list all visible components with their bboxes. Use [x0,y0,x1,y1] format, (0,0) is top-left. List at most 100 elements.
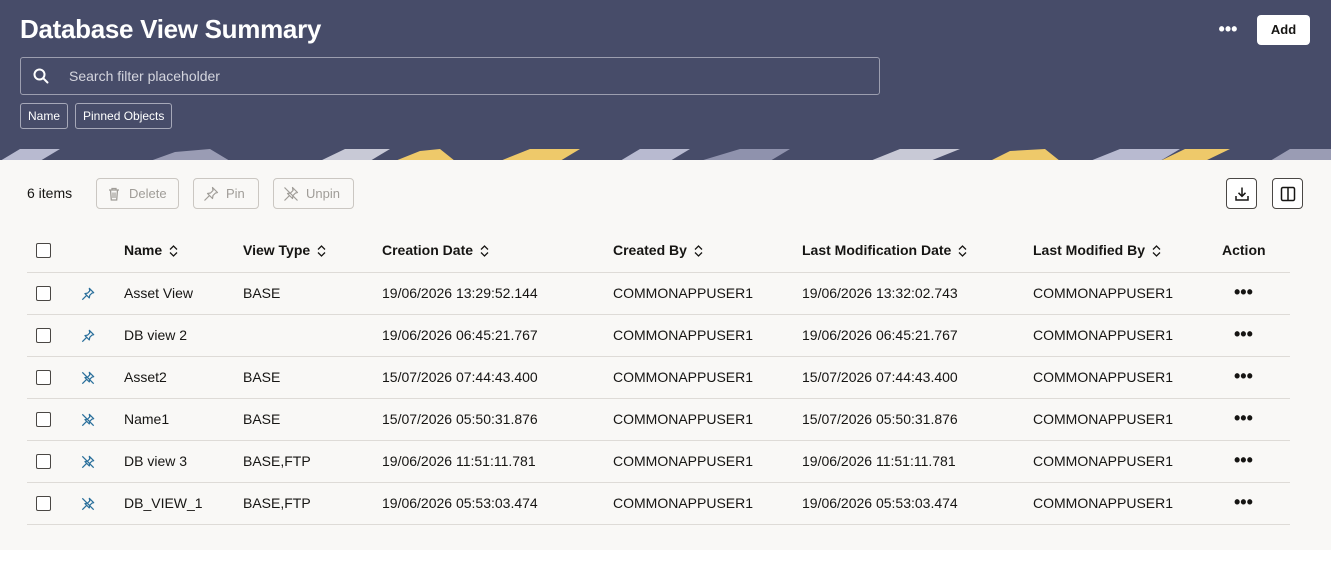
row-pin-cell[interactable] [77,398,124,441]
row-checkbox[interactable] [36,412,51,428]
table-row[interactable]: Asset View BASE 19/06/2026 13:29:52.144 COM… [27,272,1290,315]
cell-last-modified-by: COMMONAPPUSER1 [1033,272,1222,315]
cell-created-by: COMMONAPPUSER1 [613,314,802,357]
column-header-last-modified-by[interactable]: Last Modified By [1033,228,1222,273]
pin-button[interactable]: Pin [193,178,259,209]
cell-view-type [243,314,382,357]
row-pin-cell[interactable] [77,440,124,483]
cell-name[interactable]: Asset View [124,272,243,315]
table-row[interactable]: Asset2 BASE 15/07/2026 07:44:43.400 COMMONA… [27,356,1290,399]
cell-created-by: COMMONAPPUSER1 [613,440,802,483]
row-actions-button[interactable]: ••• [1234,325,1253,343]
cell-creation-date: 19/06/2026 11:51:11.781 [382,440,613,483]
row-checkbox[interactable] [36,286,51,302]
sort-icon [694,245,703,257]
cell-creation-date: 15/07/2026 07:44:43.400 [382,356,613,399]
more-options-button[interactable]: ••• [1212,18,1244,44]
row-actions-button[interactable]: ••• [1234,451,1253,469]
cell-last-modified-by: COMMONAPPUSER1 [1033,482,1222,525]
sort-icon [169,245,178,257]
row-select-cell [27,482,77,525]
row-checkbox[interactable] [36,454,51,470]
search-icon [33,68,49,84]
cell-action: ••• [1222,314,1290,357]
search-input[interactable] [69,58,869,94]
columns-icon [1280,186,1296,202]
delete-button[interactable]: Delete [96,178,179,209]
page-title: Database View Summary [20,14,322,44]
row-actions-button[interactable]: ••• [1234,409,1253,427]
column-header-view-type[interactable]: View Type [243,228,382,273]
pin-icon [204,186,219,201]
column-header-label: Last Modification Date [802,241,952,258]
cell-last-modification-date: 15/07/2026 05:50:31.876 [802,398,1033,441]
column-header-label: Created By [613,241,687,258]
pin-icon [81,287,95,301]
trash-icon [109,187,119,201]
sort-icon [480,245,489,257]
column-header-created-by[interactable]: Created By [613,228,802,273]
cell-last-modification-date: 19/06/2026 05:53:03.474 [802,482,1033,525]
cell-view-type: BASE [243,272,382,315]
cell-name[interactable]: DB view 2 [124,314,243,357]
filter-chip-pinned-objects[interactable]: Pinned Objects [75,103,173,129]
cell-name[interactable]: DB view 3 [124,440,243,483]
row-actions-button[interactable]: ••• [1234,283,1253,301]
column-header-last-modification-date[interactable]: Last Modification Date [802,228,1033,273]
cell-action: ••• [1222,272,1290,315]
cell-created-by: COMMONAPPUSER1 [613,356,802,399]
column-header-creation-date[interactable]: Creation Date [382,228,613,273]
cell-created-by: COMMONAPPUSER1 [613,272,802,315]
row-pin-cell[interactable] [77,272,124,315]
page-header: Database View Summary ••• Add Name Pinne… [0,0,1331,148]
row-actions-button[interactable]: ••• [1234,367,1253,385]
unpin-icon [81,455,95,469]
cell-name[interactable]: Asset2 [124,356,243,399]
items-count: 6 items [27,185,73,201]
row-select-cell [27,356,77,399]
unpin-icon [284,186,299,201]
pin-label: Pin [226,186,245,201]
search-bar [20,57,880,95]
row-actions-button[interactable]: ••• [1234,493,1253,511]
row-checkbox[interactable] [36,370,51,386]
unpin-button[interactable]: Unpin [273,178,354,209]
table-header-row: Name View Type Creation Date Created By … [27,228,1290,273]
row-select-cell [27,440,77,483]
cell-action: ••• [1222,356,1290,399]
table-row[interactable]: DB_VIEW_1 BASE,FTP 19/06/2026 05:53:03.474… [27,482,1290,525]
cell-name[interactable]: DB_VIEW_1 [124,482,243,525]
cell-view-type: BASE [243,398,382,441]
cell-last-modification-date: 15/07/2026 07:44:43.400 [802,356,1033,399]
unpin-icon [81,371,95,385]
row-checkbox[interactable] [36,496,51,512]
table-row[interactable]: DB view 3 BASE,FTP 19/06/2026 11:51:11.781… [27,440,1290,483]
unpin-icon [81,413,95,427]
cell-last-modified-by: COMMONAPPUSER1 [1033,314,1222,357]
cell-action: ••• [1222,440,1290,483]
row-pin-cell[interactable] [77,314,124,357]
delete-label: Delete [129,186,167,201]
cell-creation-date: 19/06/2026 13:29:52.144 [382,272,613,315]
download-icon [1235,187,1249,201]
table-row[interactable]: Name1 BASE 15/07/2026 05:50:31.876 COMMONAP… [27,398,1290,441]
row-select-cell [27,272,77,315]
sort-icon [1152,245,1161,257]
download-button[interactable] [1226,178,1257,209]
row-checkbox[interactable] [36,328,51,344]
column-header-name[interactable]: Name [124,228,243,273]
cell-creation-date: 19/06/2026 06:45:21.767 [382,314,613,357]
select-all-checkbox[interactable] [36,243,51,259]
column-header-action: Action [1222,228,1290,273]
add-button[interactable]: Add [1257,15,1310,45]
table-row[interactable]: DB view 2 19/06/2026 06:45:21.767 COMMONAP… [27,314,1290,357]
filter-chip-name[interactable]: Name [20,103,69,129]
cell-view-type: BASE,FTP [243,440,382,483]
row-pin-cell[interactable] [77,482,124,525]
cell-name[interactable]: Name1 [124,398,243,441]
columns-button[interactable] [1272,178,1303,209]
decorative-banner [0,148,1331,160]
row-pin-cell[interactable] [77,356,124,399]
row-select-cell [27,398,77,441]
cell-action: ••• [1222,482,1290,525]
